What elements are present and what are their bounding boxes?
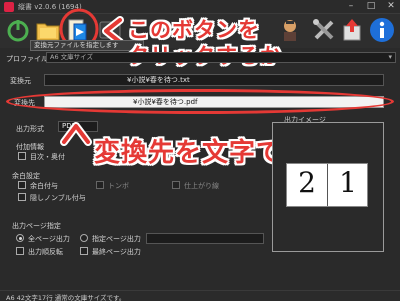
profile-value: A6 文庫サイズ [50,53,93,61]
profile-select[interactable]: A6 文庫サイズ ▾ [46,52,396,63]
page-range-input[interactable] [146,233,264,244]
last-page-checkbox[interactable] [80,247,88,255]
source-label: 変換元 [10,77,31,85]
source-path-field[interactable]: ¥小説¥春を待つ.txt [44,74,384,86]
tools-icon[interactable] [310,16,338,44]
export-icon[interactable] [338,16,366,44]
chevron-down-icon: ▾ [388,53,392,61]
margin-on-label: 余白付与 [30,182,58,190]
tombo-checkbox[interactable] [96,181,104,189]
reverse-order-label: 出力順反転 [28,248,63,256]
page-spec-label: 出力ページ指定 [12,222,61,230]
status-bar: A6 42文字17行 通常の文庫サイズです。 [0,290,400,301]
toc-checkbox[interactable] [18,152,26,160]
tooltip: 変換元ファイルを指定します [30,40,144,51]
minimize-button[interactable]: – [342,0,360,14]
specified-pages-label: 指定ページ出力 [92,235,141,243]
hidden-guide-label: 隠しノンブル付与 [30,194,86,202]
reverse-order-checkbox[interactable] [16,247,24,255]
profile-label: プロファイル [6,55,48,63]
margin-label: 余白設定 [12,172,40,180]
output-format-label: 出力形式 [16,125,44,133]
app-icon [4,2,14,12]
all-pages-label: 全ページ出力 [28,235,70,243]
toc-label: 目次・奥付 [30,153,65,161]
status-text: A6 42文字17行 通常の文庫サイズです。 [6,294,126,301]
preview-page-left: 2 [298,166,316,199]
maximize-button[interactable]: □ [362,0,380,14]
annotation-arrow-up-icon [60,122,92,146]
tombo-label: トンボ [108,182,129,190]
preview-page-right: 1 [339,166,357,199]
hidden-guide-checkbox[interactable] [18,193,26,201]
power-icon[interactable] [4,16,32,44]
close-button[interactable]: ✕ [382,0,400,14]
all-pages-radio[interactable] [16,234,24,242]
dest-highlight-ellipse [6,89,394,114]
specified-pages-radio[interactable] [80,234,88,242]
preview-page: 2 1 [286,163,368,207]
source-path-value: ¥小説¥春を待つ.txt [127,76,190,84]
margin-on-checkbox[interactable] [18,181,26,189]
finish-line-label: 仕上がり線 [184,182,219,190]
last-page-label: 最終ページ出力 [92,248,141,256]
attach-info-label: 付加情報 [16,143,44,151]
finish-line-checkbox[interactable] [172,181,180,189]
info-icon[interactable] [368,16,396,44]
